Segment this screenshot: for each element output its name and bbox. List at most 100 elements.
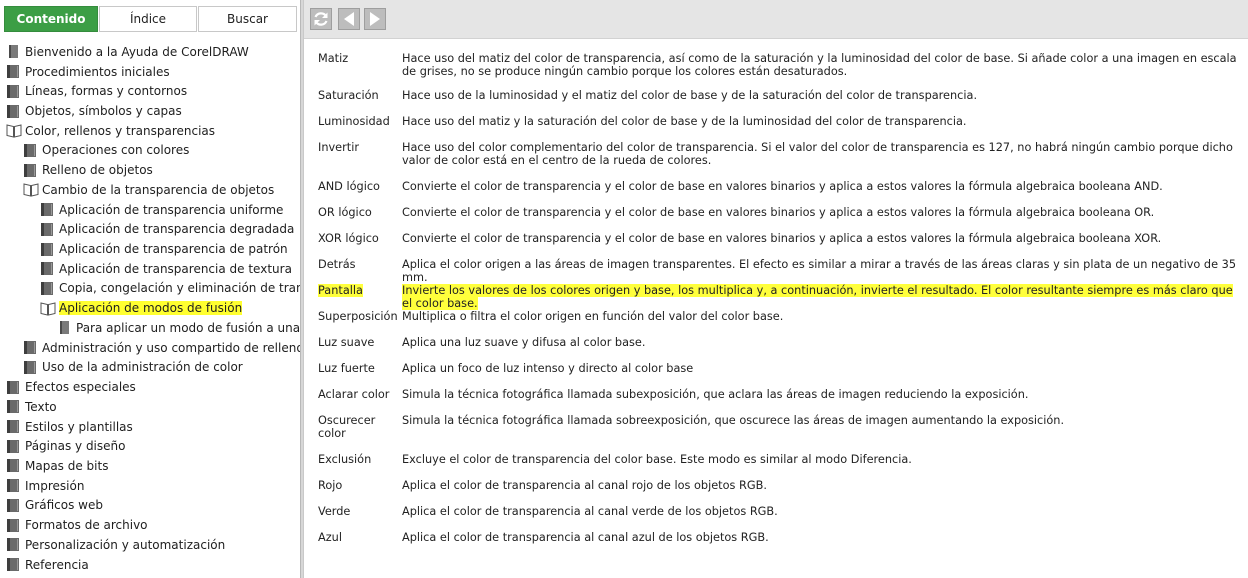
tree-item-label: Páginas y diseño bbox=[25, 439, 126, 454]
mode-term-cell: Luminosidad bbox=[318, 115, 400, 128]
tree-item[interactable]: Para aplicar un modo de fusión a una tra… bbox=[57, 318, 300, 338]
tree-item[interactable]: Mapas de bits bbox=[6, 456, 108, 476]
mode-description: Simula la técnica fotográfica llamada so… bbox=[402, 414, 1065, 427]
tree-item[interactable]: Aplicación de transparencia de patrón bbox=[40, 239, 288, 259]
topic-toolbar bbox=[304, 0, 1248, 39]
mode-description-cell: Hace uso del matiz del color de transpar… bbox=[402, 52, 1242, 78]
tree-item-label: Operaciones con colores bbox=[42, 143, 190, 158]
tree-item[interactable]: Texto bbox=[6, 397, 57, 417]
mode-term-cell: OR lógico bbox=[318, 206, 400, 219]
tree-item[interactable]: Gráficos web bbox=[6, 496, 103, 516]
tree-item[interactable]: Copia, congelación y eliminación de tran… bbox=[40, 279, 300, 299]
tab-index[interactable]: Índice bbox=[99, 6, 197, 32]
tree-item[interactable]: Administración y uso compartido de relle… bbox=[23, 338, 300, 358]
tree-item[interactable]: Formatos de archivo bbox=[6, 515, 148, 535]
tree-item[interactable]: Aplicación de transparencia uniforme bbox=[40, 200, 283, 220]
tree-item[interactable]: Referencia bbox=[6, 555, 89, 575]
tree-item-label: Estilos y plantillas bbox=[25, 419, 133, 434]
tree-item[interactable]: Aplicación de modos de fusión bbox=[40, 298, 243, 318]
tree-item-label: Texto bbox=[25, 399, 57, 414]
tree-item-label: Procedimientos iniciales bbox=[25, 64, 170, 79]
tree-item[interactable]: Impresión bbox=[6, 476, 84, 496]
tree-item-label: Aplicación de transparencia uniforme bbox=[59, 202, 284, 217]
mode-term: Luminosidad bbox=[318, 115, 390, 128]
mode-term-cell: Rojo bbox=[318, 479, 400, 492]
book-closed-icon bbox=[6, 419, 20, 434]
mode-term-cell: Pantalla bbox=[318, 284, 400, 297]
tree-item[interactable]: Operaciones con colores bbox=[23, 141, 189, 161]
book-closed-icon bbox=[6, 439, 20, 454]
mode-term-cell: Invertir bbox=[318, 141, 400, 154]
tree-item[interactable]: Aplicación de transparencia degradada bbox=[40, 219, 294, 239]
tree-item-label: Objetos, símbolos y capas bbox=[25, 104, 182, 118]
tree-item-label: Formatos de archivo bbox=[25, 518, 148, 533]
tree-item-label: Aplicación de transparencia de patrón bbox=[59, 242, 288, 257]
mode-term: Luz fuerte bbox=[318, 362, 375, 375]
tab-contents[interactable]: Contenido bbox=[4, 6, 98, 32]
tab-search[interactable]: Buscar bbox=[198, 6, 297, 32]
back-arrow-icon bbox=[344, 12, 354, 26]
mode-term: Verde bbox=[318, 505, 351, 518]
tree-item[interactable]: Personalización y automatización bbox=[6, 535, 225, 555]
tree-item[interactable]: Procedimientos iniciales bbox=[6, 62, 170, 82]
tree-item-label: Gráficos web bbox=[25, 498, 103, 513]
mode-term: Luz suave bbox=[318, 336, 375, 349]
mode-term-cell: Exclusión bbox=[318, 453, 400, 466]
sync-button[interactable] bbox=[310, 8, 332, 30]
tree-item[interactable]: Líneas, formas y contornos bbox=[6, 81, 187, 101]
mode-term: Superposición bbox=[318, 310, 398, 323]
mode-description-cell: Convierte el color de transparencia y el… bbox=[402, 206, 1242, 219]
forward-button[interactable] bbox=[364, 8, 386, 30]
mode-description: Excluye el color de transparencia del co… bbox=[402, 453, 912, 466]
mode-term: Exclusión bbox=[318, 453, 372, 466]
mode-description: Aplica el color de transparencia al cana… bbox=[402, 505, 778, 518]
book-closed-icon bbox=[6, 557, 20, 572]
tree-item[interactable]: Color, rellenos y transparencias bbox=[6, 121, 215, 141]
mode-term-cell: XOR lógico bbox=[318, 232, 400, 245]
tree-item-label: Para aplicar un modo de fusión a una tra… bbox=[76, 320, 300, 335]
back-button[interactable] bbox=[338, 8, 360, 30]
page-icon bbox=[6, 44, 20, 59]
tree-item-label: Impresión bbox=[25, 478, 85, 493]
book-closed-icon bbox=[6, 84, 20, 99]
tree-item[interactable]: Aplicación de transparencia de textura bbox=[40, 259, 292, 279]
tree-item-label: Efectos especiales bbox=[25, 380, 136, 395]
mode-description: Aplica el color de transparencia al cana… bbox=[402, 531, 769, 544]
book-open-icon bbox=[23, 182, 39, 198]
mode-description-cell: Invierte los valores de los colores orig… bbox=[402, 284, 1242, 310]
tree-item[interactable]: Uso de la administración de color bbox=[23, 358, 243, 378]
tree-item[interactable]: Cambio de la transparencia de objetos bbox=[23, 180, 274, 200]
mode-description: Invierte los valores de los colores orig… bbox=[402, 284, 1233, 310]
tree-item-label: Aplicación de transparencia de textura bbox=[59, 261, 292, 276]
tree-item[interactable]: Estilos y plantillas bbox=[6, 417, 133, 437]
mode-description-cell: Aplica un foco de luz intenso y directo … bbox=[402, 362, 1242, 375]
tree-item[interactable]: Páginas y diseño bbox=[6, 436, 125, 456]
tree-item-label: Líneas, formas y contornos bbox=[25, 84, 188, 99]
book-closed-icon bbox=[40, 261, 54, 276]
book-closed-icon bbox=[40, 222, 54, 237]
contents-pane: Contenido Índice Buscar Bienvenido a la … bbox=[0, 0, 300, 578]
tree-item[interactable]: Relleno de objetos bbox=[23, 160, 153, 180]
tree-item[interactable]: Efectos especiales bbox=[6, 377, 136, 397]
tree-item-label: Mapas de bits bbox=[25, 458, 109, 473]
forward-arrow-icon bbox=[370, 12, 380, 26]
tree-item-label: Aplicación de transparencia degradada bbox=[59, 222, 295, 237]
mode-term-cell: Saturación bbox=[318, 89, 400, 102]
tree-item-label: Copia, congelación y eliminación de tran… bbox=[59, 281, 300, 296]
mode-description-cell: Convierte el color de transparencia y el… bbox=[402, 232, 1242, 245]
sync-icon bbox=[314, 12, 328, 26]
mode-term: Matiz bbox=[318, 52, 349, 65]
tree-item[interactable]: Bienvenido a la Ayuda de CorelDRAW bbox=[6, 42, 249, 62]
topic-pane: Matiz Hace uso del matiz del color de tra… bbox=[304, 0, 1248, 578]
tree-item-label: Bienvenido a la Ayuda de CorelDRAW bbox=[25, 44, 249, 59]
tree-item-label: Referencia bbox=[25, 557, 89, 572]
book-closed-icon bbox=[6, 498, 20, 513]
mode-description: Hace uso del matiz y la saturación del c… bbox=[402, 115, 967, 128]
mode-description-cell: Convierte el color de transparencia y el… bbox=[402, 180, 1242, 193]
book-closed-icon bbox=[40, 281, 54, 296]
tree-item-label: Aplicación de modos de fusión bbox=[59, 301, 243, 316]
tree-item[interactable]: Objetos, símbolos y capas bbox=[6, 101, 182, 121]
book-closed-icon bbox=[6, 399, 20, 414]
mode-description: Aplica una luz suave y difusa al color b… bbox=[402, 336, 646, 349]
mode-description: Hace uso de la luminosidad y el matiz de… bbox=[402, 89, 978, 102]
